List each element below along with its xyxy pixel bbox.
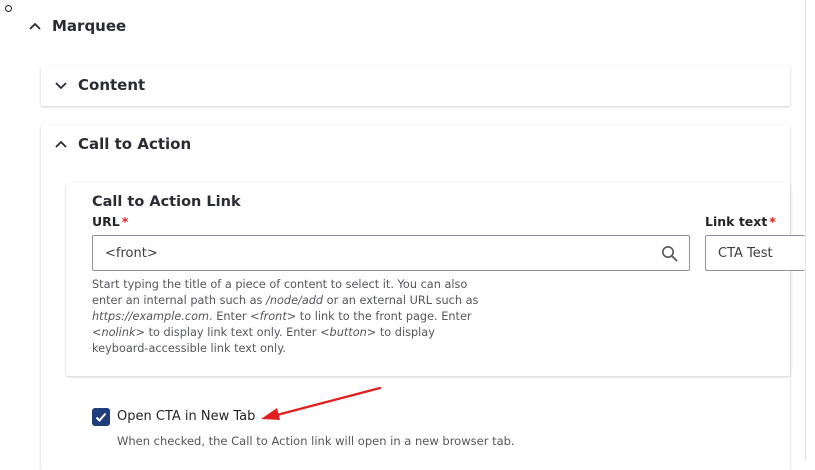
required-marker: *: [121, 214, 129, 229]
url-input-value: <front>: [105, 245, 158, 261]
chevron-down-icon: [55, 82, 67, 90]
right-divider: [805, 0, 806, 460]
open-cta-new-tab-help: When checked, the Call to Action link wi…: [117, 434, 515, 448]
search-icon: [662, 246, 678, 262]
content-toggle[interactable]: Content: [53, 76, 145, 94]
open-cta-new-tab-label[interactable]: Open CTA in New Tab: [117, 409, 255, 424]
content-panel: Content: [41, 66, 790, 106]
url-label: URL *: [92, 214, 128, 229]
open-cta-new-tab-checkbox[interactable]: [92, 408, 110, 426]
marquee-toggle[interactable]: Marquee: [27, 17, 126, 35]
top-left-dot: [5, 5, 12, 12]
cta-title: Call to Action: [78, 135, 192, 153]
content-title: Content: [78, 76, 146, 94]
link-text-input-value: CTA Test: [718, 245, 773, 261]
chevron-up-icon: [55, 140, 67, 148]
checkmark-icon: [95, 412, 107, 422]
url-label-text: URL: [92, 214, 120, 229]
chevron-up-icon: [29, 22, 41, 30]
link-text-label: Link text *: [705, 214, 776, 229]
cta-link-group-title: Call to Action Link: [92, 194, 241, 210]
marquee-title: Marquee: [52, 17, 127, 35]
url-help-text: Start typing the title of a piece of con…: [92, 278, 479, 355]
required-marker: *: [769, 214, 776, 229]
cta-toggle[interactable]: Call to Action: [53, 135, 191, 153]
link-text-input[interactable]: CTA Test: [705, 235, 805, 271]
link-text-label-text: Link text: [705, 214, 768, 229]
url-input[interactable]: <front>: [92, 235, 690, 271]
annotation-arrow: [261, 386, 382, 420]
